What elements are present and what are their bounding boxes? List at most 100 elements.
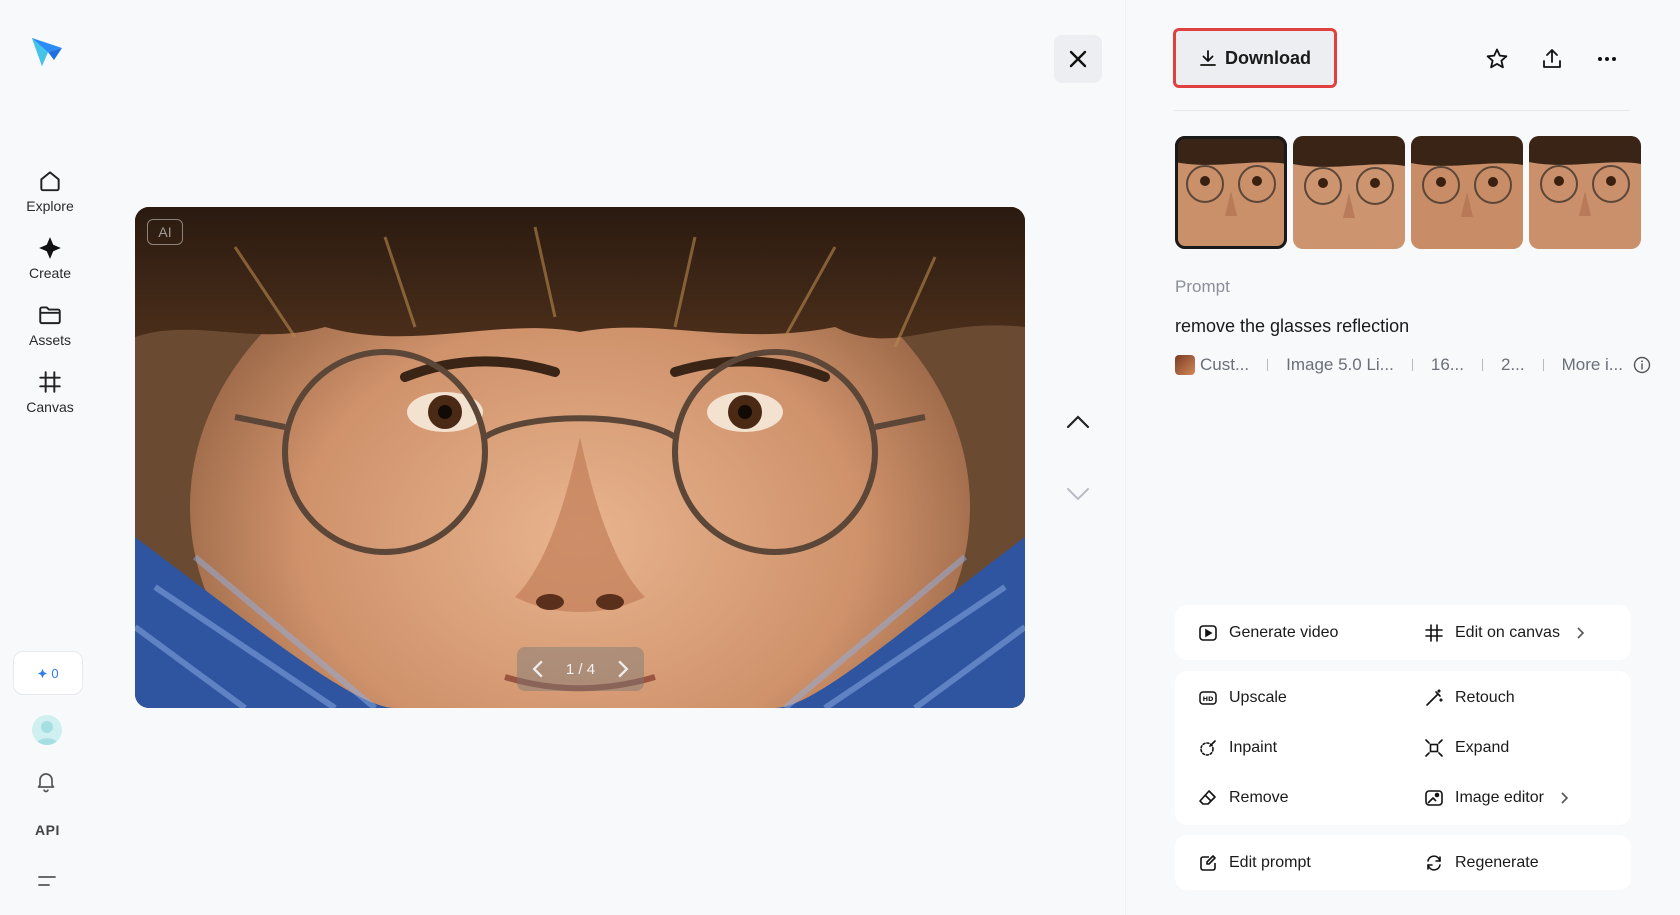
credits-count: 0 <box>51 665 59 681</box>
more-horizontal-icon <box>1598 57 1616 61</box>
info-icon[interactable] <box>1633 356 1651 374</box>
chevron-left-icon <box>532 660 543 678</box>
download-label: Download <box>1225 47 1311 68</box>
thumbnail-image <box>1293 136 1405 249</box>
pager-text: 1 / 4 <box>566 661 595 678</box>
close-icon <box>1069 50 1087 68</box>
canvas-icon <box>1425 624 1443 642</box>
inpaint-label: Inpaint <box>1229 739 1278 756</box>
meta-model: Image 5.0 Li... <box>1286 355 1394 374</box>
thumbnail-image <box>1411 136 1523 249</box>
share-button[interactable] <box>1539 46 1565 72</box>
favorite-button[interactable] <box>1484 46 1510 72</box>
image-editor-button[interactable]: Image editor <box>1424 786 1571 810</box>
nav-item-canvas[interactable]: Canvas <box>10 369 90 425</box>
sparkle-icon <box>39 237 61 259</box>
menu-icon[interactable] <box>36 872 58 890</box>
thumbnail-4[interactable] <box>1529 136 1641 249</box>
regenerate-label: Regenerate <box>1455 854 1539 871</box>
meta-separator <box>1481 359 1483 371</box>
chevron-right-icon <box>1561 792 1569 804</box>
meta-more-info[interactable]: More i... <box>1562 355 1623 375</box>
chevron-up-icon[interactable] <box>1064 410 1092 434</box>
regenerate-button[interactable]: Regenerate <box>1424 851 1539 875</box>
expand-label: Expand <box>1455 739 1510 756</box>
prev-image-button[interactable] <box>529 660 547 678</box>
inpaint-button[interactable]: Inpaint <box>1198 736 1277 760</box>
upscale-label: Upscale <box>1229 689 1287 706</box>
meta-separator <box>1542 359 1544 371</box>
generation-meta: Cust... Image 5.0 Li... 16... 2... More … <box>1175 353 1651 377</box>
pager-current: 1 <box>565 660 575 678</box>
star-icon <box>1486 48 1508 69</box>
nav-item-create[interactable]: Create <box>10 235 90 291</box>
nav-item-label: Explore <box>26 198 74 214</box>
bell-icon[interactable] <box>34 769 58 793</box>
sparkle-icon <box>38 668 48 678</box>
api-link[interactable]: API <box>35 822 60 838</box>
folder-icon <box>39 306 61 325</box>
refresh-icon <box>1427 855 1441 871</box>
edit-on-canvas-label: Edit on canvas <box>1455 624 1560 641</box>
pager-separator: / <box>578 660 583 678</box>
user-avatar-icon <box>36 721 58 745</box>
edit-prompt-button[interactable]: Edit prompt <box>1198 851 1311 875</box>
more-options-button[interactable] <box>1594 46 1620 72</box>
inpaint-brush-icon <box>1200 740 1216 756</box>
avatar[interactable] <box>32 715 62 745</box>
svg-text:HD: HD <box>1203 695 1214 703</box>
canvas-icon <box>39 371 61 393</box>
generated-image[interactable]: AI 1 / 4 <box>135 207 1025 708</box>
thumbnail-3[interactable] <box>1411 136 1523 249</box>
hd-icon: HD <box>1199 691 1217 705</box>
generate-video-label: Generate video <box>1229 624 1339 641</box>
reference-image-icon <box>1175 355 1195 375</box>
expand-button[interactable]: Expand <box>1424 736 1509 760</box>
meta-custom[interactable]: Cust... <box>1200 355 1249 375</box>
edit-prompt-label: Edit prompt <box>1229 854 1311 871</box>
left-nav: Explore Create Assets Canvas 0 API <box>0 0 100 915</box>
image-editor-label: Image editor <box>1455 789 1544 806</box>
close-button[interactable] <box>1054 35 1102 83</box>
app-logo-icon[interactable] <box>30 34 64 68</box>
nav-item-label: Create <box>28 265 72 281</box>
prompt-text: remove the glasses reflection <box>1175 316 1410 336</box>
meta-separator <box>1411 359 1413 371</box>
nav-item-assets[interactable]: Assets <box>10 302 90 358</box>
magic-wand-icon <box>1426 689 1443 706</box>
download-icon <box>1200 50 1216 66</box>
upscale-button[interactable]: HD Upscale <box>1198 686 1287 710</box>
nav-item-label: Canvas <box>26 399 74 415</box>
thumbnail-1[interactable] <box>1175 136 1287 249</box>
retouch-label: Retouch <box>1455 689 1515 706</box>
chevron-down-icon[interactable] <box>1064 482 1092 506</box>
nav-item-explore[interactable]: Explore <box>10 168 90 224</box>
thumbnail-2[interactable] <box>1293 136 1405 249</box>
prompt-label: Prompt <box>1175 277 1230 296</box>
remove-button[interactable]: Remove <box>1198 786 1289 810</box>
thumbnail-image <box>1529 136 1641 249</box>
home-icon <box>40 171 60 192</box>
generate-video-button[interactable]: Generate video <box>1198 621 1338 645</box>
video-play-icon <box>1199 625 1217 641</box>
remove-label: Remove <box>1229 789 1289 806</box>
ai-badge: AI <box>147 219 183 245</box>
meta-ratio: 16... <box>1430 355 1464 374</box>
portrait-image <box>135 207 1025 708</box>
panel-divider <box>1125 0 1126 915</box>
share-icon <box>1543 49 1561 68</box>
meta-resolution: 2... <box>1500 355 1525 374</box>
header-divider <box>1174 110 1630 111</box>
credits-badge[interactable]: 0 <box>13 651 83 695</box>
expand-icon <box>1425 739 1443 757</box>
chevron-right-icon <box>618 660 629 678</box>
download-button[interactable]: Download <box>1173 28 1337 88</box>
pager-total: 4 <box>586 660 596 678</box>
next-image-button[interactable] <box>614 660 632 678</box>
eraser-icon <box>1199 790 1216 805</box>
retouch-button[interactable]: Retouch <box>1424 686 1515 710</box>
image-edit-icon <box>1425 790 1443 806</box>
edit-on-canvas-button[interactable]: Edit on canvas <box>1424 621 1587 645</box>
image-pager: 1 / 4 <box>517 647 644 691</box>
chevron-right-icon <box>1577 627 1585 639</box>
